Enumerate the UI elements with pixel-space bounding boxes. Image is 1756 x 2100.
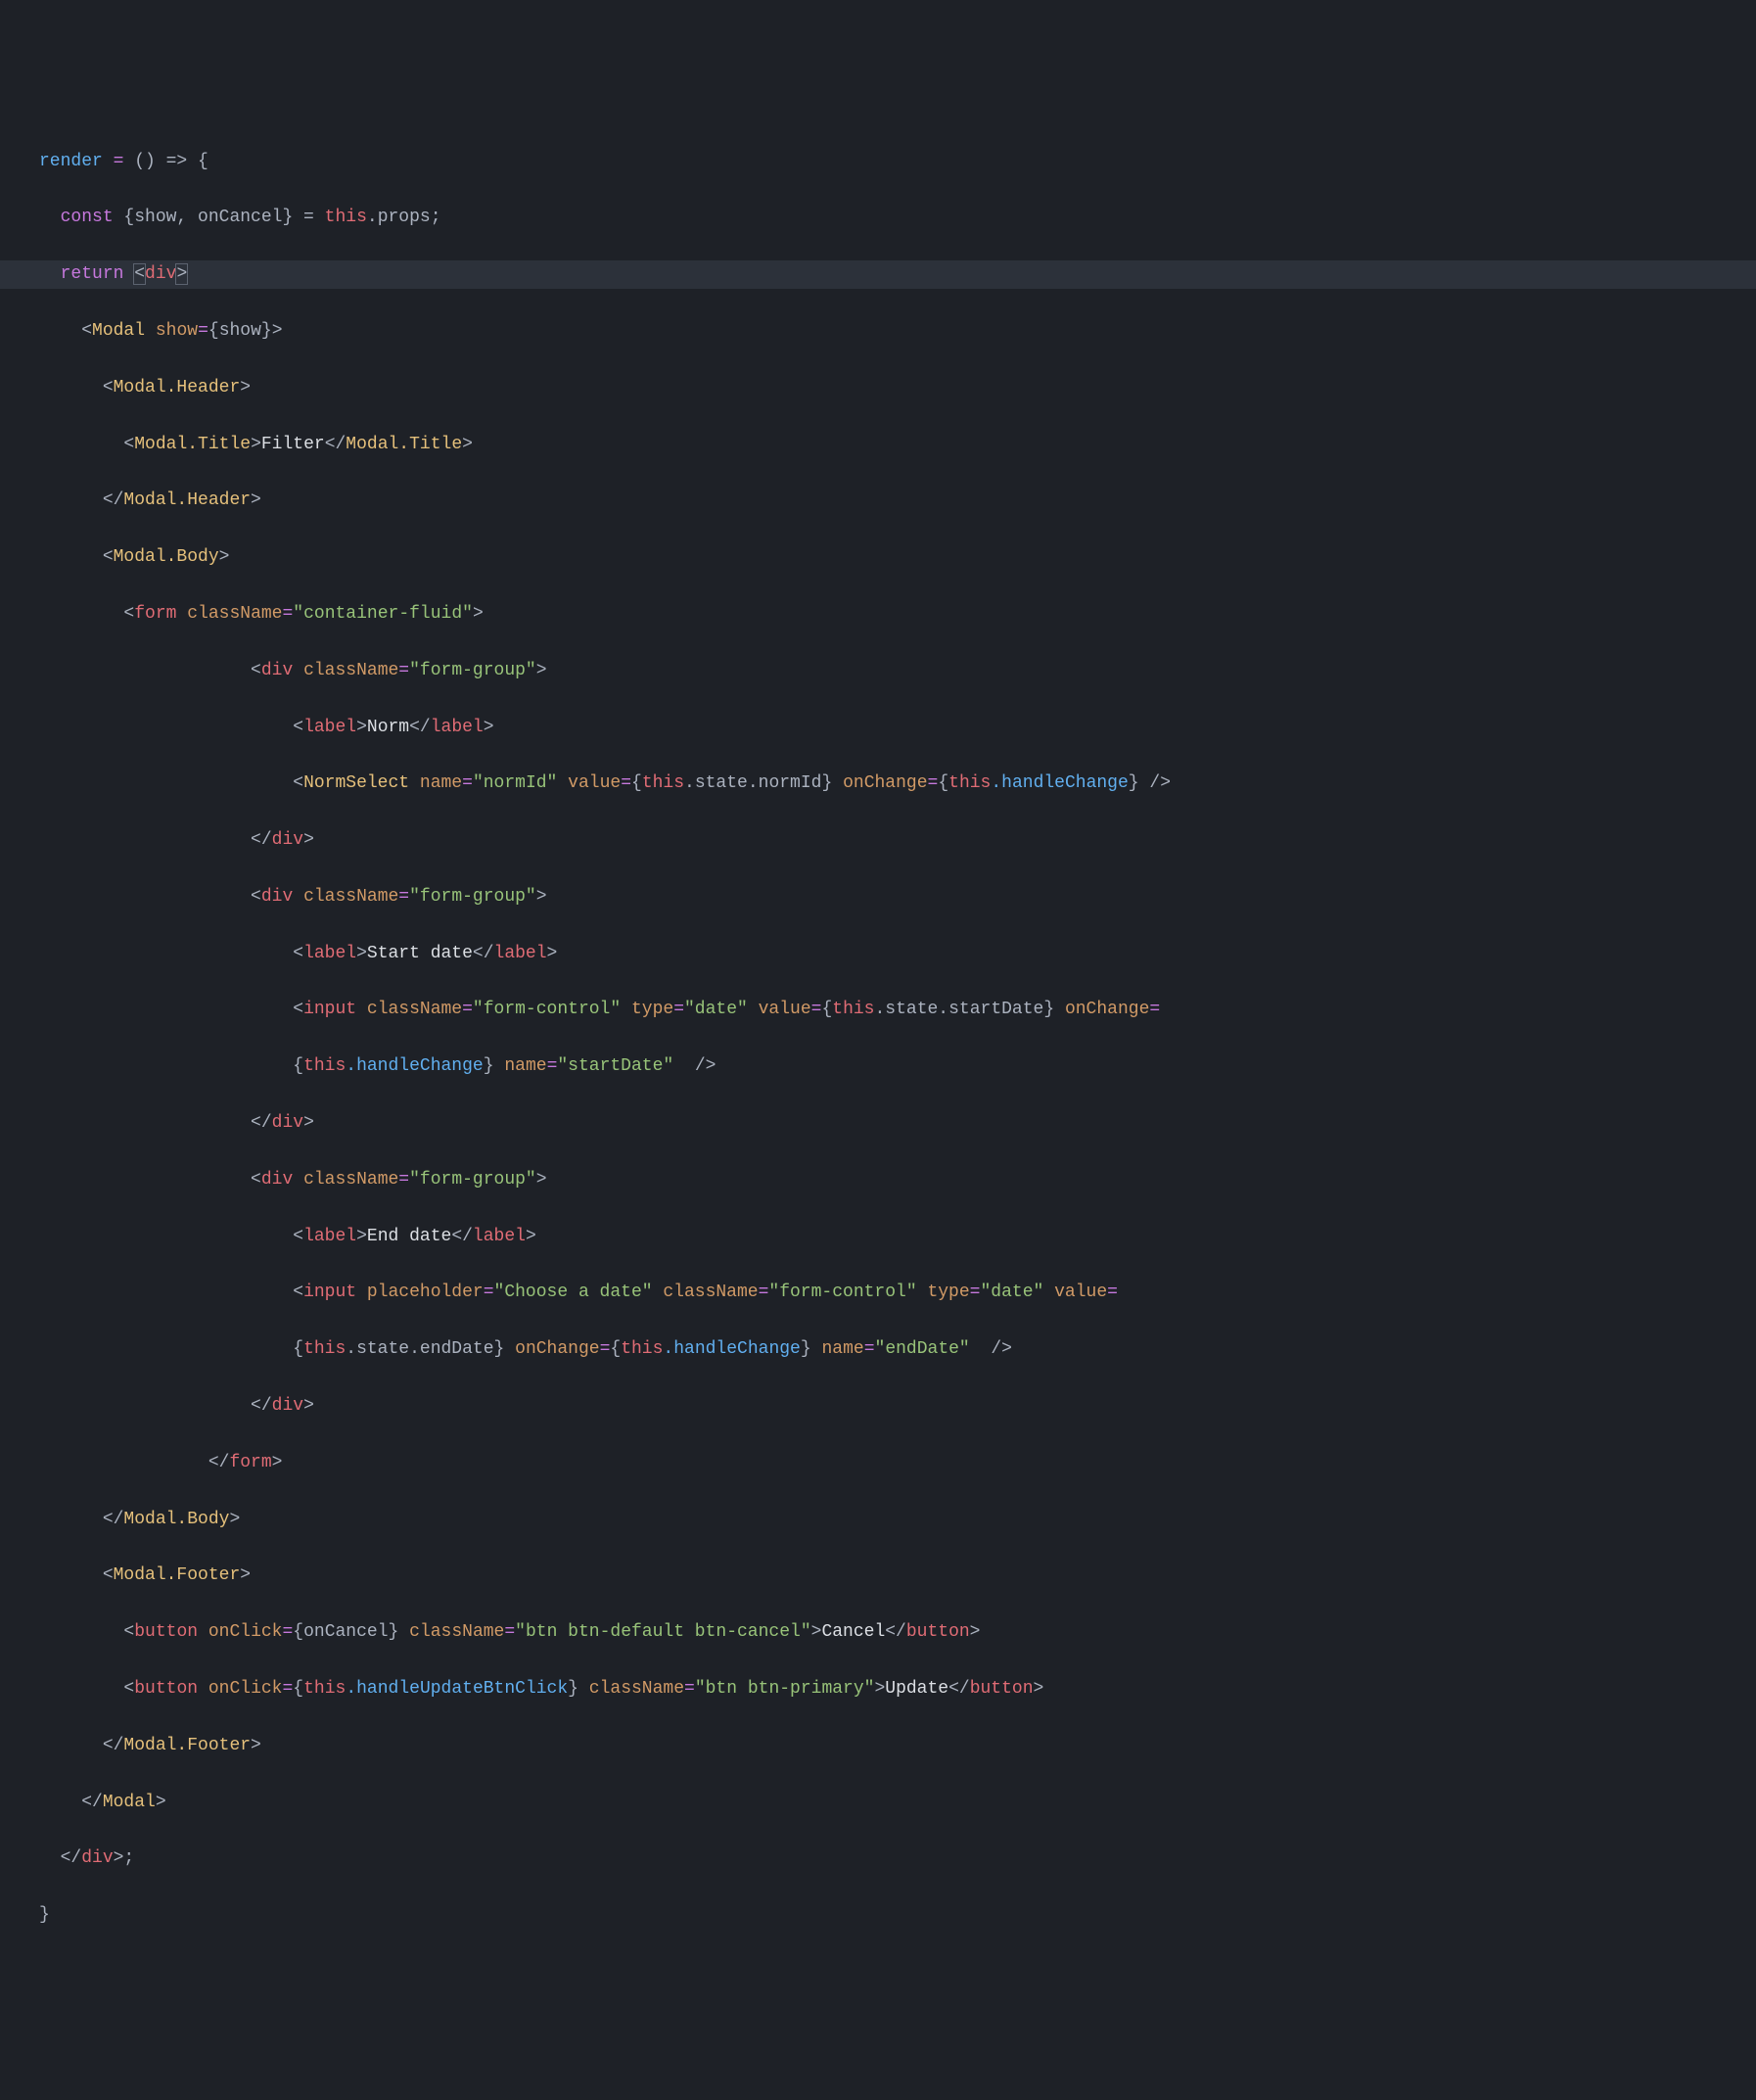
code-line[interactable]: {this.state.endDate} onChange={this.hand… — [0, 1335, 1756, 1364]
str-date: "date" — [684, 1000, 748, 1019]
oncancel-value: {onCancel} — [293, 1622, 398, 1642]
props-access: .props; — [367, 208, 441, 227]
tag-form: form — [134, 604, 176, 624]
str-choose-date: "Choose a date" — [494, 1283, 653, 1302]
code-line[interactable]: <form className="container-fluid"> — [0, 600, 1756, 629]
attr-name: name — [420, 773, 462, 793]
show-value: {show} — [208, 321, 272, 341]
attr-classname: className — [187, 604, 282, 624]
attr-onclick: onClick — [208, 1622, 283, 1642]
code-line[interactable]: <Modal.Footer> — [0, 1562, 1756, 1590]
code-line-active[interactable]: return <div> — [0, 260, 1756, 289]
code-line[interactable]: {this.handleChange} name="startDate" /> — [0, 1052, 1756, 1081]
attr-placeholder: placeholder — [367, 1283, 484, 1302]
code-line[interactable]: <div className="form-group"> — [0, 657, 1756, 685]
code-line[interactable]: render = () => { — [0, 148, 1756, 176]
tag-div: div — [145, 264, 176, 284]
operator: = — [103, 152, 134, 171]
tag-label: label — [303, 718, 356, 737]
str-startdate: "startDate" — [557, 1056, 673, 1076]
tag-button: button — [134, 1622, 198, 1642]
method-handlechange: .handleChange — [991, 773, 1128, 793]
text-filter: Filter — [261, 435, 325, 454]
text-start-date: Start date — [367, 944, 473, 963]
str-btn-primary: "btn btn-primary" — [695, 1679, 875, 1699]
code-line[interactable]: const {show, onCancel} = this.props; — [0, 204, 1756, 232]
attr-onchange: onChange — [843, 773, 927, 793]
code-editor[interactable]: render = () => { const {show, onCancel} … — [0, 114, 1756, 1958]
tag-modal-body: Modal.Body — [114, 547, 219, 567]
keyword-this: this — [325, 208, 367, 227]
code-line[interactable]: </Modal.Header> — [0, 487, 1756, 515]
tag-normselect: NormSelect — [303, 773, 409, 793]
tag-modal-title: Modal.Title — [134, 435, 251, 454]
code-line[interactable]: <input className="form-control" type="da… — [0, 996, 1756, 1024]
code-line[interactable]: <label>End date</label> — [0, 1223, 1756, 1251]
str-enddate: "endDate" — [875, 1339, 970, 1359]
text-cancel: Cancel — [821, 1622, 885, 1642]
code-line[interactable]: <label>Start date</label> — [0, 940, 1756, 968]
text-update: Update — [885, 1679, 948, 1699]
attr-type: type — [631, 1000, 673, 1019]
code-line[interactable]: </div>; — [0, 1844, 1756, 1873]
code-line[interactable]: </Modal.Body> — [0, 1506, 1756, 1534]
text-end-date: End date — [367, 1227, 451, 1246]
code-line[interactable]: </div> — [0, 826, 1756, 855]
tag-modal-header: Modal.Header — [114, 378, 241, 397]
str-btn-default: "btn btn-default btn-cancel" — [515, 1622, 810, 1642]
str-form-control: "form-control" — [473, 1000, 621, 1019]
str-form-group: "form-group" — [409, 661, 536, 680]
code-line[interactable]: <label>Norm</label> — [0, 714, 1756, 742]
code-line[interactable]: <Modal.Title>Filter</Modal.Title> — [0, 431, 1756, 459]
code-line[interactable]: } — [0, 1901, 1756, 1930]
code-line[interactable]: <button onClick={this.handleUpdateBtnCli… — [0, 1675, 1756, 1703]
code-line[interactable]: <NormSelect name="normId" value={this.st… — [0, 770, 1756, 798]
code-line[interactable]: </form> — [0, 1449, 1756, 1477]
code-line[interactable]: <Modal.Header> — [0, 374, 1756, 402]
attr-show: show — [156, 321, 198, 341]
text-norm: Norm — [367, 718, 409, 737]
tag-modal-footer: Modal.Footer — [114, 1565, 241, 1585]
code-line[interactable]: <div className="form-group"> — [0, 1166, 1756, 1194]
arrow-func: () => { — [134, 152, 208, 171]
code-line[interactable]: <Modal show={show}> — [0, 317, 1756, 346]
code-line[interactable]: <input placeholder="Choose a date" class… — [0, 1279, 1756, 1307]
code-line[interactable]: <Modal.Body> — [0, 543, 1756, 572]
str-container-fluid: "container-fluid" — [293, 604, 473, 624]
code-line[interactable]: </Modal> — [0, 1789, 1756, 1817]
method-handleupdate: .handleUpdateBtnClick — [346, 1679, 568, 1699]
code-line[interactable]: <div className="form-group"> — [0, 883, 1756, 911]
code-line[interactable]: </div> — [0, 1392, 1756, 1421]
tag-modal: Modal — [92, 321, 145, 341]
code-line[interactable]: </div> — [0, 1109, 1756, 1138]
code-line[interactable]: </Modal.Footer> — [0, 1732, 1756, 1760]
keyword-const: const — [61, 208, 114, 227]
identifier: render — [39, 152, 103, 171]
code-line[interactable]: <button onClick={onCancel} className="bt… — [0, 1618, 1756, 1647]
bracket-close: > — [175, 263, 188, 285]
attr-value: value — [568, 773, 621, 793]
destructure: {show, onCancel} = — [114, 208, 325, 227]
tag-input: input — [303, 1000, 356, 1019]
str-normid: "normId" — [473, 773, 557, 793]
keyword-return: return — [61, 264, 124, 284]
